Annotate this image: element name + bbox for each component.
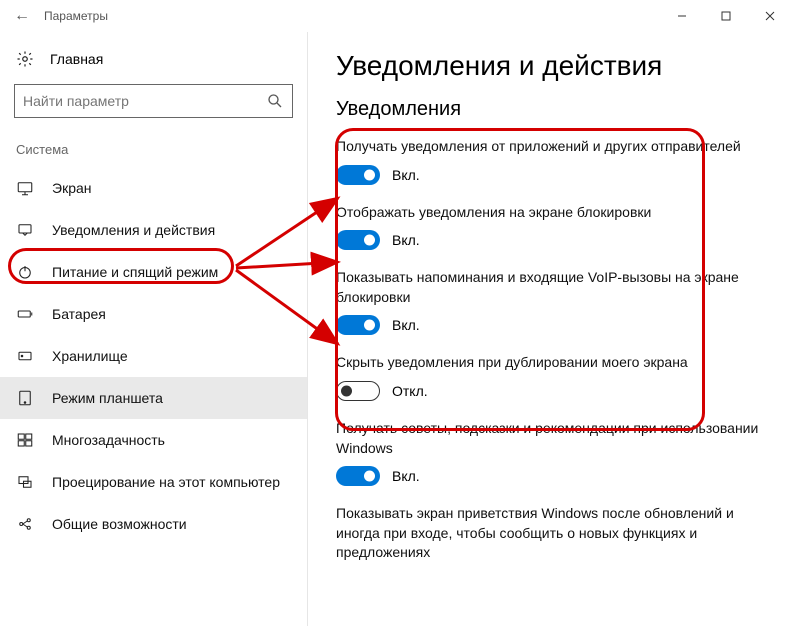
sidebar-item-projecting[interactable]: Проецирование на этот компьютер bbox=[0, 461, 307, 503]
maximize-button[interactable] bbox=[704, 0, 748, 32]
setting-label: Получать уведомления от приложений и дру… bbox=[336, 137, 764, 157]
sidebar-item-storage[interactable]: Хранилище bbox=[0, 335, 307, 377]
section-title: Уведомления bbox=[336, 98, 764, 121]
multitask-icon bbox=[16, 431, 34, 449]
toggle-switch[interactable] bbox=[336, 315, 380, 335]
sidebar-item-label: Экран bbox=[52, 180, 92, 196]
gear-icon bbox=[16, 50, 34, 68]
sidebar-item-display[interactable]: Экран bbox=[0, 167, 307, 209]
toggle-state: Откл. bbox=[392, 383, 428, 399]
search-box[interactable] bbox=[14, 84, 293, 118]
setting-label: Скрыть уведомления при дублировании моег… bbox=[336, 353, 764, 373]
sidebar-item-label: Проецирование на этот компьютер bbox=[52, 474, 280, 490]
sidebar-home[interactable]: Главная bbox=[0, 44, 307, 74]
search-input[interactable] bbox=[23, 93, 258, 109]
sidebar-item-battery[interactable]: Батарея bbox=[0, 293, 307, 335]
shared-icon bbox=[16, 515, 34, 533]
sidebar-item-shared[interactable]: Общие возможности bbox=[0, 503, 307, 545]
setting-row: Показывать напоминания и входящие VoIP-в… bbox=[336, 268, 764, 335]
toggle-switch[interactable] bbox=[336, 381, 380, 401]
setting-label: Отображать уведомления на экране блокиро… bbox=[336, 203, 764, 223]
setting-label: Показывать напоминания и входящие VoIP-в… bbox=[336, 268, 764, 307]
sidebar-item-multitask[interactable]: Многозадачность bbox=[0, 419, 307, 461]
sidebar-home-label: Главная bbox=[50, 51, 103, 67]
toggle-state: Вкл. bbox=[392, 232, 420, 248]
sidebar-item-power[interactable]: Питание и спящий режим bbox=[0, 251, 307, 293]
main-panel: Уведомления и действия Уведомления Получ… bbox=[308, 32, 792, 626]
sidebar-item-label: Уведомления и действия bbox=[52, 222, 215, 238]
sidebar-item-label: Питание и спящий режим bbox=[52, 264, 218, 280]
window-title: Параметры bbox=[44, 9, 108, 23]
tablet-icon bbox=[16, 389, 34, 407]
page-title: Уведомления и действия bbox=[336, 50, 764, 82]
back-button[interactable]: ← bbox=[8, 7, 36, 25]
setting-row: Скрыть уведомления при дублировании моег… bbox=[336, 353, 764, 401]
projecting-icon bbox=[16, 473, 34, 491]
setting-row: Показывать экран приветствия Windows пос… bbox=[336, 504, 764, 563]
storage-icon bbox=[16, 347, 34, 365]
titlebar: ← Параметры bbox=[0, 0, 792, 32]
setting-label: Показывать экран приветствия Windows пос… bbox=[336, 504, 764, 563]
power-icon bbox=[16, 263, 34, 281]
toggle-switch[interactable] bbox=[336, 165, 380, 185]
battery-icon bbox=[16, 305, 34, 323]
setting-row: Отображать уведомления на экране блокиро… bbox=[336, 203, 764, 251]
minimize-button[interactable] bbox=[660, 0, 704, 32]
toggle-switch[interactable] bbox=[336, 230, 380, 250]
setting-label: Получать советы, подсказки и рекомендаци… bbox=[336, 419, 764, 458]
category-label: Система bbox=[0, 118, 307, 167]
search-icon bbox=[266, 92, 284, 110]
sidebar-item-label: Многозадачность bbox=[52, 432, 165, 448]
sidebar-item-label: Общие возможности bbox=[52, 516, 187, 532]
close-button[interactable] bbox=[748, 0, 792, 32]
display-icon bbox=[16, 179, 34, 197]
toggle-state: Вкл. bbox=[392, 317, 420, 333]
sidebar-item-label: Хранилище bbox=[52, 348, 128, 364]
notification-icon bbox=[16, 221, 34, 239]
sidebar-item-label: Режим планшета bbox=[52, 390, 163, 406]
sidebar-item-tablet[interactable]: Режим планшета bbox=[0, 377, 307, 419]
setting-row: Получать уведомления от приложений и дру… bbox=[336, 137, 764, 185]
sidebar: Главная Система Экран Уведомления и дейс… bbox=[0, 32, 308, 626]
toggle-state: Вкл. bbox=[392, 167, 420, 183]
toggle-switch[interactable] bbox=[336, 466, 380, 486]
setting-row: Получать советы, подсказки и рекомендаци… bbox=[336, 419, 764, 486]
sidebar-item-label: Батарея bbox=[52, 306, 106, 322]
toggle-state: Вкл. bbox=[392, 468, 420, 484]
sidebar-item-notifications[interactable]: Уведомления и действия bbox=[0, 209, 307, 251]
